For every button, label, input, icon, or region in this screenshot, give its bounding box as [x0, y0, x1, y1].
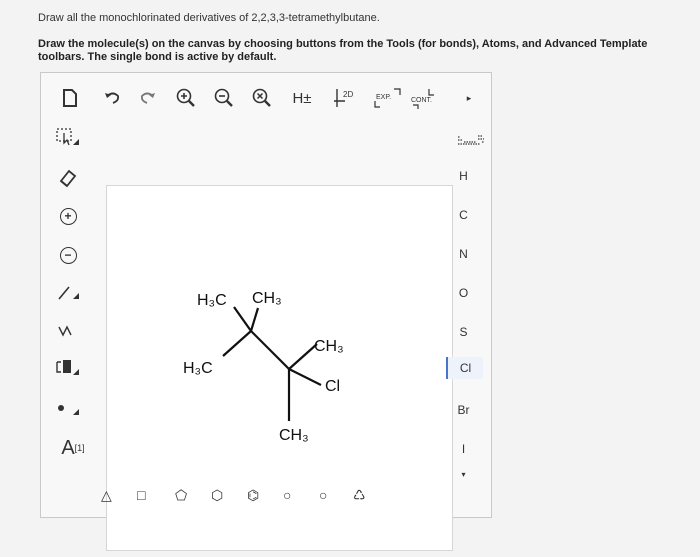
cyclohexane-chair-icon[interactable]: ♺ [353, 487, 366, 504]
expand-button[interactable]: EXP. [373, 87, 403, 109]
charge-label-tool[interactable]: A [1] [55, 435, 91, 461]
atom-button-o[interactable]: O [446, 286, 481, 300]
heptagon-ring-icon[interactable]: ○ [283, 487, 291, 503]
triangle-ring-icon[interactable]: △ [101, 487, 112, 504]
ch3-bottom-label: CH₃ [279, 427, 309, 444]
atom-button-br[interactable]: Br [446, 403, 481, 417]
charge-label-superscript: [1] [74, 443, 85, 453]
redo-icon[interactable] [137, 87, 159, 109]
zoom-in-icon[interactable] [175, 87, 197, 109]
chlorine-label: Cl [325, 378, 340, 395]
atom-button-s[interactable]: S [446, 325, 481, 339]
positive-charge-icon[interactable]: + [55, 203, 81, 229]
eraser-icon[interactable] [55, 165, 81, 191]
chain-tool-icon[interactable] [55, 317, 81, 343]
clean-2d-label: 2D [343, 90, 353, 99]
atom-button-cl[interactable]: Cl [446, 357, 483, 379]
template-tool-icon[interactable] [55, 355, 81, 381]
minus-symbol: − [59, 246, 77, 264]
square-ring-icon[interactable]: □ [137, 487, 145, 503]
new-document-icon[interactable] [59, 87, 81, 109]
atom-dot-tool-icon[interactable] [55, 395, 81, 421]
negative-charge-icon[interactable]: − [55, 242, 81, 268]
pentagon-ring-icon[interactable]: ⬠ [175, 487, 187, 504]
h3c-left-label: H₃C [183, 360, 213, 377]
atom-button-n[interactable]: N [446, 247, 481, 261]
molecule-editor: H± 2D EXP. CONT. ▸ + − A [1] H₃C CH₃ CH₃… [40, 72, 492, 551]
clean-2d-button[interactable]: 2D [333, 87, 359, 109]
ring-templates-toolbar: △ □ ⬠ ⬡ ⌬ ○ ○ ♺ [97, 485, 397, 509]
lasso-select-icon[interactable] [55, 125, 81, 151]
charge-label-letter: A [61, 436, 75, 459]
benzene-ring-icon[interactable]: ⌬ [247, 487, 259, 504]
hexagon-ring-icon[interactable]: ⬡ [211, 487, 223, 504]
atom-toolbar: H C N O S Cl Br I ▾ [446, 167, 486, 479]
atom-list-more-icon[interactable]: ▾ [446, 470, 481, 479]
contract-button[interactable]: CONT. [409, 87, 439, 109]
ch3-top-label: CH₃ [252, 290, 282, 307]
question-instructions: Draw the molecule(s) on the canvas by ch… [38, 38, 648, 63]
contract-label: CONT. [411, 97, 432, 104]
expand-label: EXP. [376, 94, 391, 101]
question-line-1: Draw all the monochlorinated derivatives… [38, 12, 380, 24]
zoom-out-icon[interactable] [213, 87, 235, 109]
single-bond-tool-icon[interactable] [55, 279, 81, 305]
clear-canvas-icon[interactable] [251, 87, 273, 109]
octagon-ring-icon[interactable]: ○ [319, 487, 327, 503]
atom-button-h[interactable]: H [446, 169, 481, 183]
atom-button-c[interactable]: C [446, 208, 481, 222]
plus-symbol: + [59, 207, 77, 225]
periodic-table-icon[interactable] [456, 133, 486, 154]
undo-icon[interactable] [101, 87, 123, 109]
atom-button-i[interactable]: I [446, 442, 481, 456]
top-toolbar: H± 2D EXP. CONT. ▸ [41, 73, 491, 123]
h3c-top-label: H₃C [197, 292, 227, 309]
ch3-right-label: CH₃ [314, 338, 344, 355]
hydrogen-toggle-button[interactable]: H± [289, 87, 315, 109]
more-tools-icon[interactable]: ▸ [461, 87, 477, 109]
